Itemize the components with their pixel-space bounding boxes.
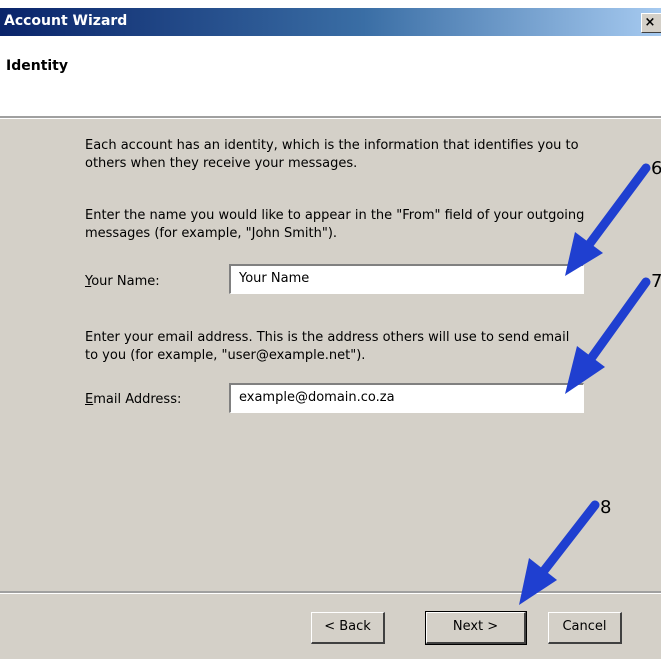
email-label: Email Address: xyxy=(85,392,181,407)
email-input[interactable]: example@domain.co.za xyxy=(229,383,584,413)
email-input-value: example@domain.co.za xyxy=(239,390,395,405)
next-button[interactable]: Next > xyxy=(425,611,527,645)
callout-number-8: 8 xyxy=(600,497,612,518)
back-button[interactable]: < Back xyxy=(311,612,385,644)
email-instructions: Enter your email address. This is the ad… xyxy=(85,330,570,363)
cancel-button[interactable]: Cancel xyxy=(548,612,622,644)
callout-number-7: 7 xyxy=(651,271,661,292)
name-label: Your Name: xyxy=(85,274,160,289)
close-button[interactable]: × xyxy=(641,13,661,33)
intro-text: Each account has an identity, which is t… xyxy=(85,138,579,171)
window-title: Account Wizard xyxy=(4,13,128,29)
email-label-text: mail Address: xyxy=(93,392,182,407)
name-input-value: Your Name xyxy=(239,271,310,286)
title-bar: Account Wizard × xyxy=(0,8,661,36)
callout-number-6: 6 xyxy=(651,158,661,179)
name-input[interactable]: Your Name xyxy=(229,264,584,294)
wizard-header: Identity xyxy=(0,36,661,116)
wizard-footer: < Back Next > Cancel xyxy=(0,594,661,659)
name-instructions: Enter the name you would like to appear … xyxy=(85,208,585,241)
email-label-mnemonic: E xyxy=(85,392,94,407)
wizard-body: Each account has an identity, which is t… xyxy=(0,119,661,591)
name-label-text: our Name: xyxy=(91,274,160,289)
account-wizard-dialog: Account Wizard × Identity Each account h… xyxy=(0,0,661,659)
close-icon: × xyxy=(644,15,656,30)
page-title: Identity xyxy=(6,58,69,74)
